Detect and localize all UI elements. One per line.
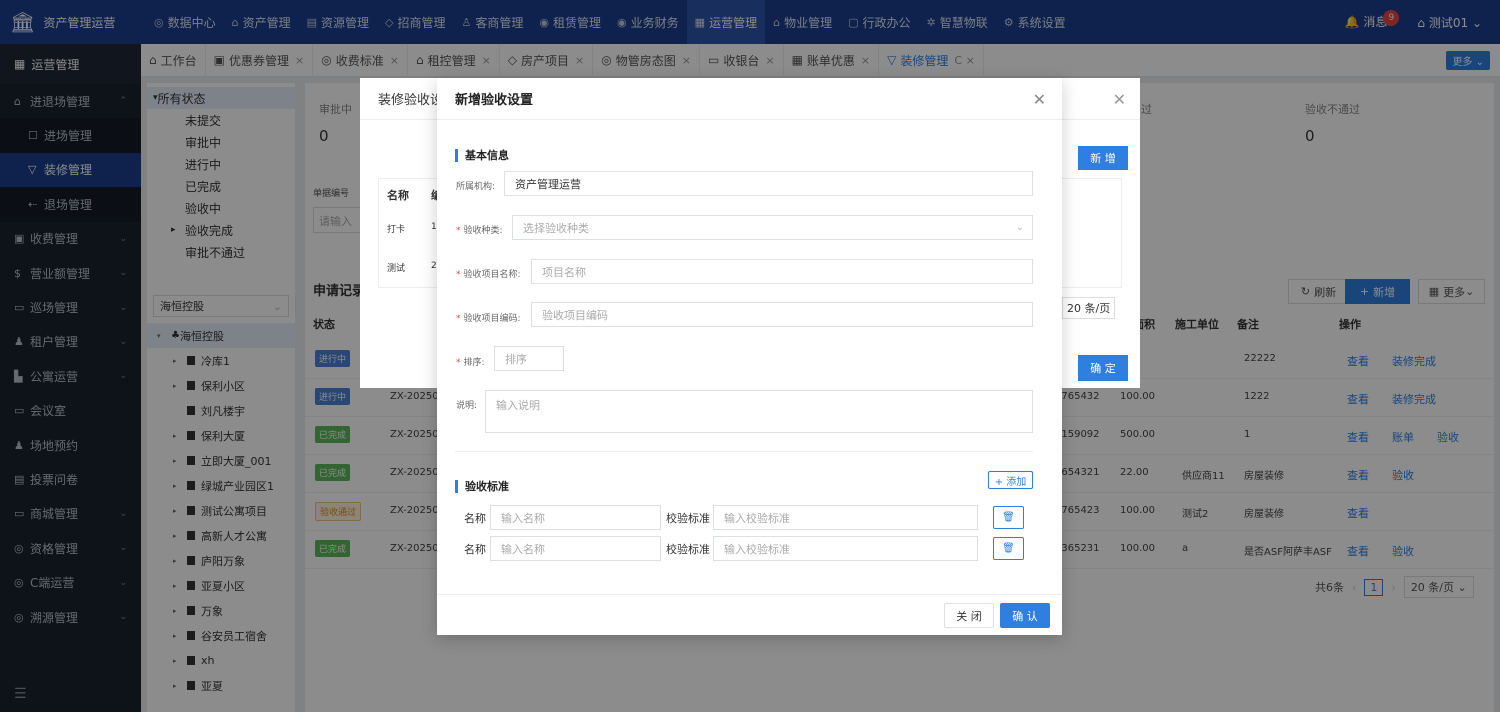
delete-standard-button[interactable]: 🗑	[993, 506, 1024, 529]
trash-icon: 🗑	[1002, 512, 1015, 523]
divider	[455, 451, 1033, 452]
item-code-input[interactable]: 验收项目编码	[531, 302, 1033, 327]
std-standard-input[interactable]: 输入校验标准	[713, 505, 978, 530]
dialog1-new-button[interactable]: 新 增	[1078, 146, 1128, 170]
close-button[interactable]: 关 闭	[944, 603, 994, 628]
std-standard-input[interactable]: 输入校验标准	[713, 536, 978, 561]
sort-input[interactable]: 排序	[494, 346, 564, 371]
dialog-title: 新增验收设置	[437, 78, 1062, 120]
std-standard-label: 校验标准	[666, 543, 710, 556]
section-basic-info: 基本信息	[455, 149, 509, 162]
std-name-input[interactable]: 输入名称	[490, 536, 661, 561]
item-name-label: * 验收项目名称:	[456, 270, 521, 280]
desc-label: 说明:	[456, 401, 478, 411]
delete-standard-button[interactable]: 🗑	[993, 537, 1024, 560]
org-label: 所属机构:	[456, 182, 496, 192]
std-name-label: 名称	[464, 512, 486, 525]
desc-textarea[interactable]: 输入说明	[485, 390, 1033, 433]
std-name-input[interactable]: 输入名称	[490, 505, 661, 530]
dialog1-col-name: 名称	[387, 189, 409, 202]
chevron-down-icon: ⌄	[1015, 222, 1024, 233]
close-icon[interactable]: ✕	[1113, 90, 1126, 109]
app-root: 🏛 资产管理运营 ◎ 数据中心 ⌂ 资产管理 ▤ 资源管理 ◇ 招商管理 ♙ 客商管理 ◉ 租赁管理 ◉…	[0, 0, 1500, 712]
dialog-footer: 关 闭 确 认	[437, 594, 1062, 635]
sort-label: * 排序:	[456, 358, 485, 368]
dialog1-confirm-button[interactable]: 确 定	[1078, 355, 1128, 381]
dialog1-row-name: 打卡	[387, 225, 406, 235]
std-name-label: 名称	[464, 543, 486, 556]
add-standard-button[interactable]: + 添加	[988, 471, 1033, 489]
org-input[interactable]: 资产管理运营	[504, 171, 1033, 196]
trash-icon: 🗑	[1002, 543, 1015, 554]
type-label: * 验收种类:	[456, 226, 503, 236]
confirm-button[interactable]: 确 认	[1000, 603, 1050, 628]
type-select[interactable]: 选择验收种类 ⌄	[512, 215, 1033, 240]
dialog1-page-size[interactable]: 20 条/页	[1062, 297, 1116, 319]
close-icon[interactable]: ✕	[1033, 90, 1046, 109]
item-name-input[interactable]: 项目名称	[531, 259, 1033, 284]
dialog1-row-name: 测试	[387, 264, 406, 274]
section-standards: 验收标准	[455, 480, 509, 493]
std-standard-label: 校验标准	[666, 512, 710, 525]
item-code-label: * 验收项目编码:	[456, 314, 521, 324]
add-acceptance-dialog: 新增验收设置 ✕ 基本信息 所属机构: 资产管理运营 * 验收种类: 选择验收种类…	[437, 78, 1062, 635]
